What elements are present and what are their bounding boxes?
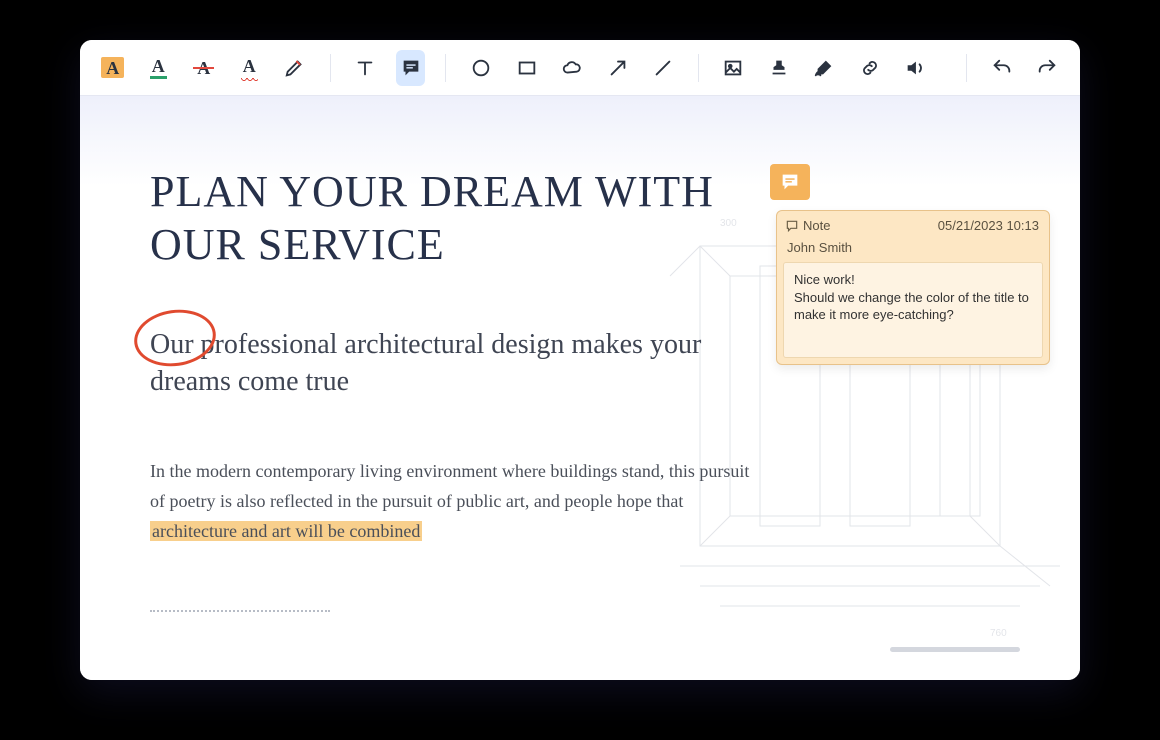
audio-tool-button[interactable] bbox=[901, 50, 931, 86]
comment-icon bbox=[400, 57, 422, 79]
arrow-icon bbox=[607, 57, 629, 79]
speaker-icon bbox=[904, 57, 926, 79]
document-subtitle[interactable]: Our professional architectural design ma… bbox=[150, 326, 740, 402]
stamp-tool-button[interactable] bbox=[764, 50, 794, 86]
note-marker[interactable] bbox=[770, 164, 810, 200]
note-popup-icon bbox=[785, 219, 799, 233]
note-body[interactable]: Nice work! Should we change the color of… bbox=[783, 262, 1043, 358]
toolbar-divider bbox=[966, 54, 967, 82]
toolbar-divider bbox=[698, 54, 699, 82]
text-tool-button[interactable] bbox=[350, 50, 380, 86]
link-tool-button[interactable] bbox=[855, 50, 885, 86]
document-body[interactable]: In the modern contemporary living enviro… bbox=[150, 457, 760, 546]
toolbar-divider bbox=[330, 54, 331, 82]
document-canvas[interactable]: 300 500 700 760 PLAN YOUR DREAM WITH OUR… bbox=[80, 96, 1080, 680]
pen-icon bbox=[284, 57, 306, 79]
note-popup[interactable]: Note 05/21/2023 10:13 John Smith Nice wo… bbox=[776, 210, 1050, 365]
highlight-a-icon: A bbox=[101, 57, 124, 78]
line-icon bbox=[652, 57, 674, 79]
circle-shape-button[interactable] bbox=[466, 50, 496, 86]
image-tool-button[interactable] bbox=[719, 50, 749, 86]
underline-text-button[interactable]: A bbox=[144, 50, 174, 86]
circle-icon bbox=[470, 57, 492, 79]
stamp-icon bbox=[768, 57, 790, 79]
cloud-icon bbox=[561, 57, 583, 79]
underline-a-icon: A bbox=[150, 57, 167, 79]
text-t-icon bbox=[354, 57, 376, 79]
undo-button[interactable] bbox=[987, 50, 1017, 86]
undo-icon bbox=[991, 57, 1013, 79]
redo-icon bbox=[1036, 57, 1058, 79]
note-marker-icon bbox=[779, 171, 801, 193]
annotation-toolbar: A A A A bbox=[80, 40, 1080, 96]
document-title[interactable]: PLAN YOUR DREAM WITH OUR SERVICE bbox=[150, 166, 790, 272]
editor-window: A A A A bbox=[80, 40, 1080, 680]
freehand-draw-button[interactable] bbox=[280, 50, 310, 86]
image-icon bbox=[722, 57, 744, 79]
arrow-tool-button[interactable] bbox=[603, 50, 633, 86]
toolbar-divider bbox=[445, 54, 446, 82]
body-text: In the modern contemporary living enviro… bbox=[150, 461, 749, 511]
strike-a-icon: A bbox=[195, 59, 212, 77]
note-author: John Smith bbox=[777, 239, 1049, 263]
svg-text:760: 760 bbox=[990, 628, 1007, 639]
note-comment-button[interactable] bbox=[396, 50, 426, 86]
scroll-indicator bbox=[890, 647, 1020, 652]
strikethrough-text-button[interactable]: A bbox=[189, 50, 219, 86]
highlight-text-button[interactable]: A bbox=[98, 50, 128, 86]
note-timestamp: 05/21/2023 10:13 bbox=[938, 217, 1039, 235]
rectangle-shape-button[interactable] bbox=[512, 50, 542, 86]
subtitle-text: Our professional architectural design ma… bbox=[150, 329, 701, 398]
link-icon bbox=[859, 57, 881, 79]
page-separator bbox=[150, 610, 330, 612]
cloud-shape-button[interactable] bbox=[557, 50, 587, 86]
note-label: Note bbox=[803, 217, 830, 235]
signature-icon bbox=[813, 57, 835, 79]
note-line: Nice work! bbox=[794, 271, 1032, 289]
signature-tool-button[interactable] bbox=[810, 50, 840, 86]
note-line: Should we change the color of the title … bbox=[794, 289, 1032, 324]
redo-button[interactable] bbox=[1033, 50, 1063, 86]
highlight-annotation[interactable]: architecture and art will be combined bbox=[150, 521, 422, 541]
line-tool-button[interactable] bbox=[648, 50, 678, 86]
squiggly-underline-button[interactable]: A bbox=[235, 50, 265, 86]
rectangle-icon bbox=[516, 57, 538, 79]
note-header: Note 05/21/2023 10:13 bbox=[777, 211, 1049, 239]
squiggle-a-icon: A bbox=[243, 57, 256, 79]
